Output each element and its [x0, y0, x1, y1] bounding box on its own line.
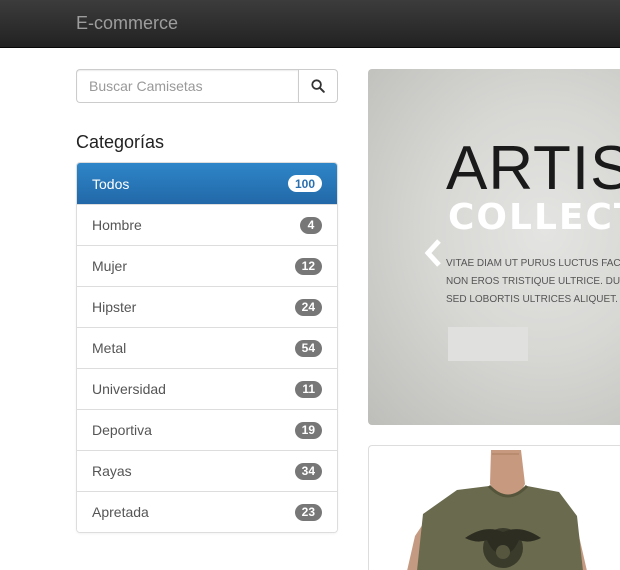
product-card[interactable]: [368, 445, 620, 570]
brand-link[interactable]: E-commerce: [76, 13, 178, 34]
category-label: Metal: [92, 340, 127, 356]
count-badge: 11: [295, 380, 322, 398]
slide-text-line: VITAE DIAM UT PURUS LUCTUS FACI: [446, 258, 620, 269]
slide-headline: ARTIS: [446, 134, 620, 203]
category-item-apretada[interactable]: Apretada 23: [77, 491, 337, 532]
search-button[interactable]: [298, 69, 338, 103]
count-badge: 23: [294, 503, 322, 521]
count-badge: 19: [294, 421, 322, 439]
slide-text-line: SED LOBORTIS ULTRICES ALIQUET.: [446, 294, 618, 305]
category-label: Hipster: [92, 299, 137, 315]
slide-body-text: VITAE DIAM UT PURUS LUCTUS FACI NON EROS…: [446, 255, 620, 309]
category-label: Rayas: [92, 463, 132, 479]
slide-cta-box: [448, 327, 528, 361]
category-label: Todos: [92, 175, 130, 192]
category-item-rayas[interactable]: Rayas 34: [77, 450, 337, 491]
category-label: Deportiva: [92, 422, 152, 438]
search-icon: [311, 79, 325, 93]
category-list: Todos 100 Hombre 4 Mujer 12 Hipster 24 M…: [76, 162, 338, 533]
chevron-left-icon[interactable]: [422, 237, 446, 269]
category-item-mujer[interactable]: Mujer 12: [77, 245, 337, 286]
category-item-metal[interactable]: Metal 54: [77, 327, 337, 368]
search-input[interactable]: [76, 69, 298, 103]
category-label: Universidad: [92, 381, 166, 397]
product-image: [407, 450, 587, 570]
count-badge: 100: [287, 175, 322, 192]
count-badge: 4: [300, 216, 322, 234]
category-label: Apretada: [92, 504, 149, 520]
category-item-universidad[interactable]: Universidad 11: [77, 368, 337, 409]
category-label: Mujer: [92, 258, 128, 274]
slide-text-line: NON EROS TRISTIQUE ULTRICE. DU: [446, 276, 620, 287]
category-label: Hombre: [92, 217, 142, 233]
promo-carousel[interactable]: ARTIS COLLECT VITAE DIAM UT PURUS LUCTUS…: [368, 69, 620, 425]
count-badge: 54: [294, 339, 322, 357]
navbar: E-commerce: [0, 0, 620, 48]
category-item-deportiva[interactable]: Deportiva 19: [77, 409, 337, 450]
count-badge: 12: [294, 257, 322, 275]
category-item-hipster[interactable]: Hipster 24: [77, 286, 337, 327]
slide-subheadline: COLLECT: [448, 197, 620, 238]
category-item-todos[interactable]: Todos 100: [77, 163, 337, 204]
category-item-hombre[interactable]: Hombre 4: [77, 204, 337, 245]
search-form: [76, 69, 338, 103]
categories-title: Categorías: [76, 132, 165, 152]
count-badge: 34: [294, 462, 322, 480]
count-badge: 24: [294, 298, 322, 316]
